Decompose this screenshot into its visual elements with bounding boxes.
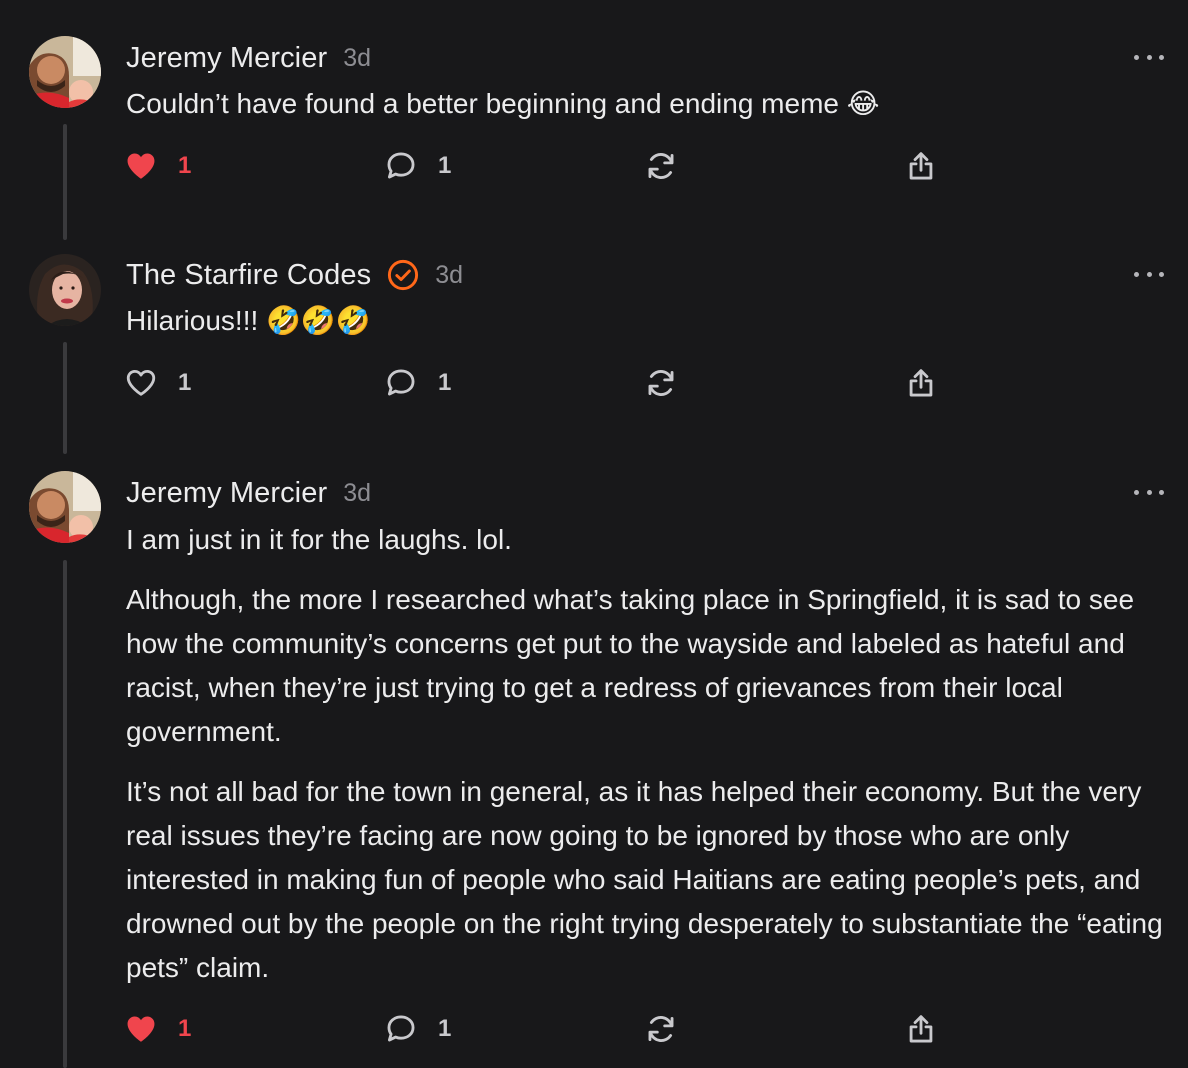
timestamp[interactable]: 3d (435, 261, 463, 290)
thread-line (63, 560, 67, 1068)
share-icon (909, 369, 933, 397)
author-name[interactable]: The Starfire Codes (126, 259, 371, 292)
reply-button[interactable]: 1 (384, 146, 451, 186)
comment-actions: 1 1 (124, 1009, 944, 1049)
restack-icon (648, 370, 674, 396)
reply-button[interactable]: 1 (384, 363, 451, 403)
comment-text: Couldn’t have found a better beginning a… (126, 88, 880, 119)
more-icon[interactable] (1134, 51, 1164, 63)
comment-actions: 1 1 (124, 363, 944, 403)
timestamp[interactable]: 3d (343, 479, 371, 508)
like-count: 1 (178, 369, 192, 396)
restack-icon (648, 153, 674, 179)
share-icon (909, 152, 933, 180)
like-button[interactable]: 1 (124, 1009, 191, 1049)
comment-icon (387, 1015, 415, 1042)
avatar[interactable] (29, 36, 101, 108)
restack-button[interactable] (644, 363, 678, 403)
comment-body: I am just in it for the laughs. lol. Alt… (126, 518, 1166, 1006)
restack-icon (648, 1016, 674, 1042)
avatar[interactable] (29, 254, 101, 326)
like-button[interactable]: 1 (124, 363, 191, 403)
comment-text: It’s not all bad for the town in general… (126, 776, 1163, 983)
share-button[interactable] (904, 363, 938, 403)
more-icon[interactable] (1134, 268, 1164, 280)
comment-icon (387, 369, 415, 396)
restack-button[interactable] (644, 1009, 678, 1049)
restack-button[interactable] (644, 146, 678, 186)
more-icon[interactable] (1134, 486, 1164, 498)
like-count: 1 (178, 152, 192, 179)
reply-count: 1 (438, 369, 452, 396)
comment-icon (387, 152, 415, 179)
comment-body: Hilarious!!! 🤣🤣🤣 (126, 299, 1166, 359)
comment-header: Jeremy Mercier 3d (126, 471, 371, 515)
share-button[interactable] (904, 146, 938, 186)
heart-icon (126, 369, 156, 396)
comment-body: Couldn’t have found a better beginning a… (126, 82, 1166, 142)
comment-text: Although, the more I researched what’s t… (126, 584, 1135, 747)
comment-thread: Jeremy Mercier 3d Couldn’t have found a … (0, 0, 1188, 1068)
comment-text: I am just in it for the laughs. lol. (126, 524, 512, 555)
heart-icon (127, 1016, 155, 1042)
heart-icon (127, 153, 155, 179)
reply-count: 1 (438, 1015, 452, 1042)
avatar[interactable] (29, 471, 101, 543)
comment-actions: 1 1 (124, 146, 944, 186)
comment-text: Hilarious!!! 🤣🤣🤣 (126, 305, 371, 336)
timestamp[interactable]: 3d (343, 44, 371, 73)
comment-header: The Starfire Codes 3d (126, 253, 463, 297)
author-name[interactable]: Jeremy Mercier (126, 477, 327, 510)
reply-count: 1 (438, 152, 452, 179)
reply-button[interactable]: 1 (384, 1009, 451, 1049)
thread-line (63, 124, 67, 240)
comment-header: Jeremy Mercier 3d (126, 36, 371, 80)
share-button[interactable] (904, 1009, 938, 1049)
author-name[interactable]: Jeremy Mercier (126, 42, 327, 75)
like-button[interactable]: 1 (124, 146, 191, 186)
verified-icon (388, 259, 419, 291)
share-icon (909, 1015, 933, 1043)
like-count: 1 (178, 1015, 192, 1042)
thread-line (63, 342, 67, 454)
